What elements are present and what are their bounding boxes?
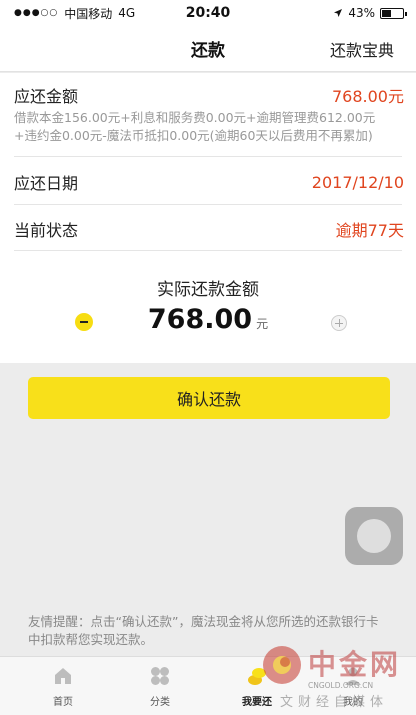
amount-due-row: 应还金额 768.00元 [14, 83, 404, 107]
actual-amount-unit: 元 [256, 317, 269, 331]
amount-due-value: 768.00元 [332, 87, 404, 106]
status-time: 20:40 [185, 5, 231, 21]
divider [14, 156, 402, 157]
increase-amount-button[interactable] [331, 315, 347, 331]
status-right: 43% [333, 6, 407, 20]
tab-home[interactable]: 首页 [28, 665, 98, 708]
location-arrow-icon [334, 9, 343, 17]
due-date-label: 应还日期 [14, 174, 79, 193]
tab-label: 我要还 [242, 697, 272, 708]
divider [14, 204, 402, 205]
tab-repay[interactable]: 我要还 [222, 665, 292, 708]
status-label: 当前状态 [14, 221, 79, 240]
actual-amount: 768.00 元 [0, 304, 416, 335]
friendly-reminder: 友情提醒：点击“确认还款”，魔法现金将从您所选的还款银行卡中扣款帮您实现还款。 [28, 614, 379, 647]
battery-percent: 43% [348, 6, 375, 20]
status-left: ●●●○○ 中国移动 4G [14, 5, 135, 22]
coins-icon [248, 668, 266, 685]
fee-breakdown: 借款本金156.00元+利息和服务费0.00元+逾期管理费612.00元+违约金… [14, 110, 376, 143]
carrier-name: 中国移动 [64, 6, 113, 21]
actual-amount-label: 实际还款金额 [157, 280, 259, 300]
status-value: 逾期77天 [335, 221, 404, 240]
category-icon [151, 667, 169, 685]
status-bar: ●●●○○ 中国移动 4G 20:40 43% [0, 0, 416, 26]
confirm-repayment-button[interactable]: 确认还款 [28, 377, 390, 419]
amount-due-label: 应还金额 [14, 87, 79, 106]
divider [14, 250, 402, 251]
network-type: 4G [118, 6, 136, 20]
tab-label: 我的 [343, 697, 363, 708]
tab-bar: 首页 分类 我要还 我的 [0, 656, 416, 715]
home-icon [55, 668, 71, 684]
profile-icon [345, 667, 361, 685]
tab-category[interactable]: 分类 [125, 665, 195, 708]
tab-label: 首页 [53, 697, 73, 708]
status-row: 当前状态 逾期77天 [14, 217, 404, 241]
battery-level [382, 9, 391, 17]
nav-bar: 还款 还款宝典 [0, 26, 416, 72]
actual-amount-value: 768.00 [147, 304, 253, 335]
tab-label: 分类 [150, 697, 170, 708]
repayment-guide-link[interactable]: 还款宝典 [330, 37, 394, 61]
tab-profile[interactable]: 我的 [318, 665, 388, 708]
battery-icon [380, 7, 407, 19]
assistive-touch-button[interactable] [345, 507, 403, 565]
page-title: 还款 [191, 41, 225, 61]
due-date-value: 2017/12/10 [311, 172, 404, 192]
signal-strength-icon: ●●●○○ [14, 8, 59, 18]
due-date-row: 应还日期 2017/12/10 [14, 170, 404, 194]
